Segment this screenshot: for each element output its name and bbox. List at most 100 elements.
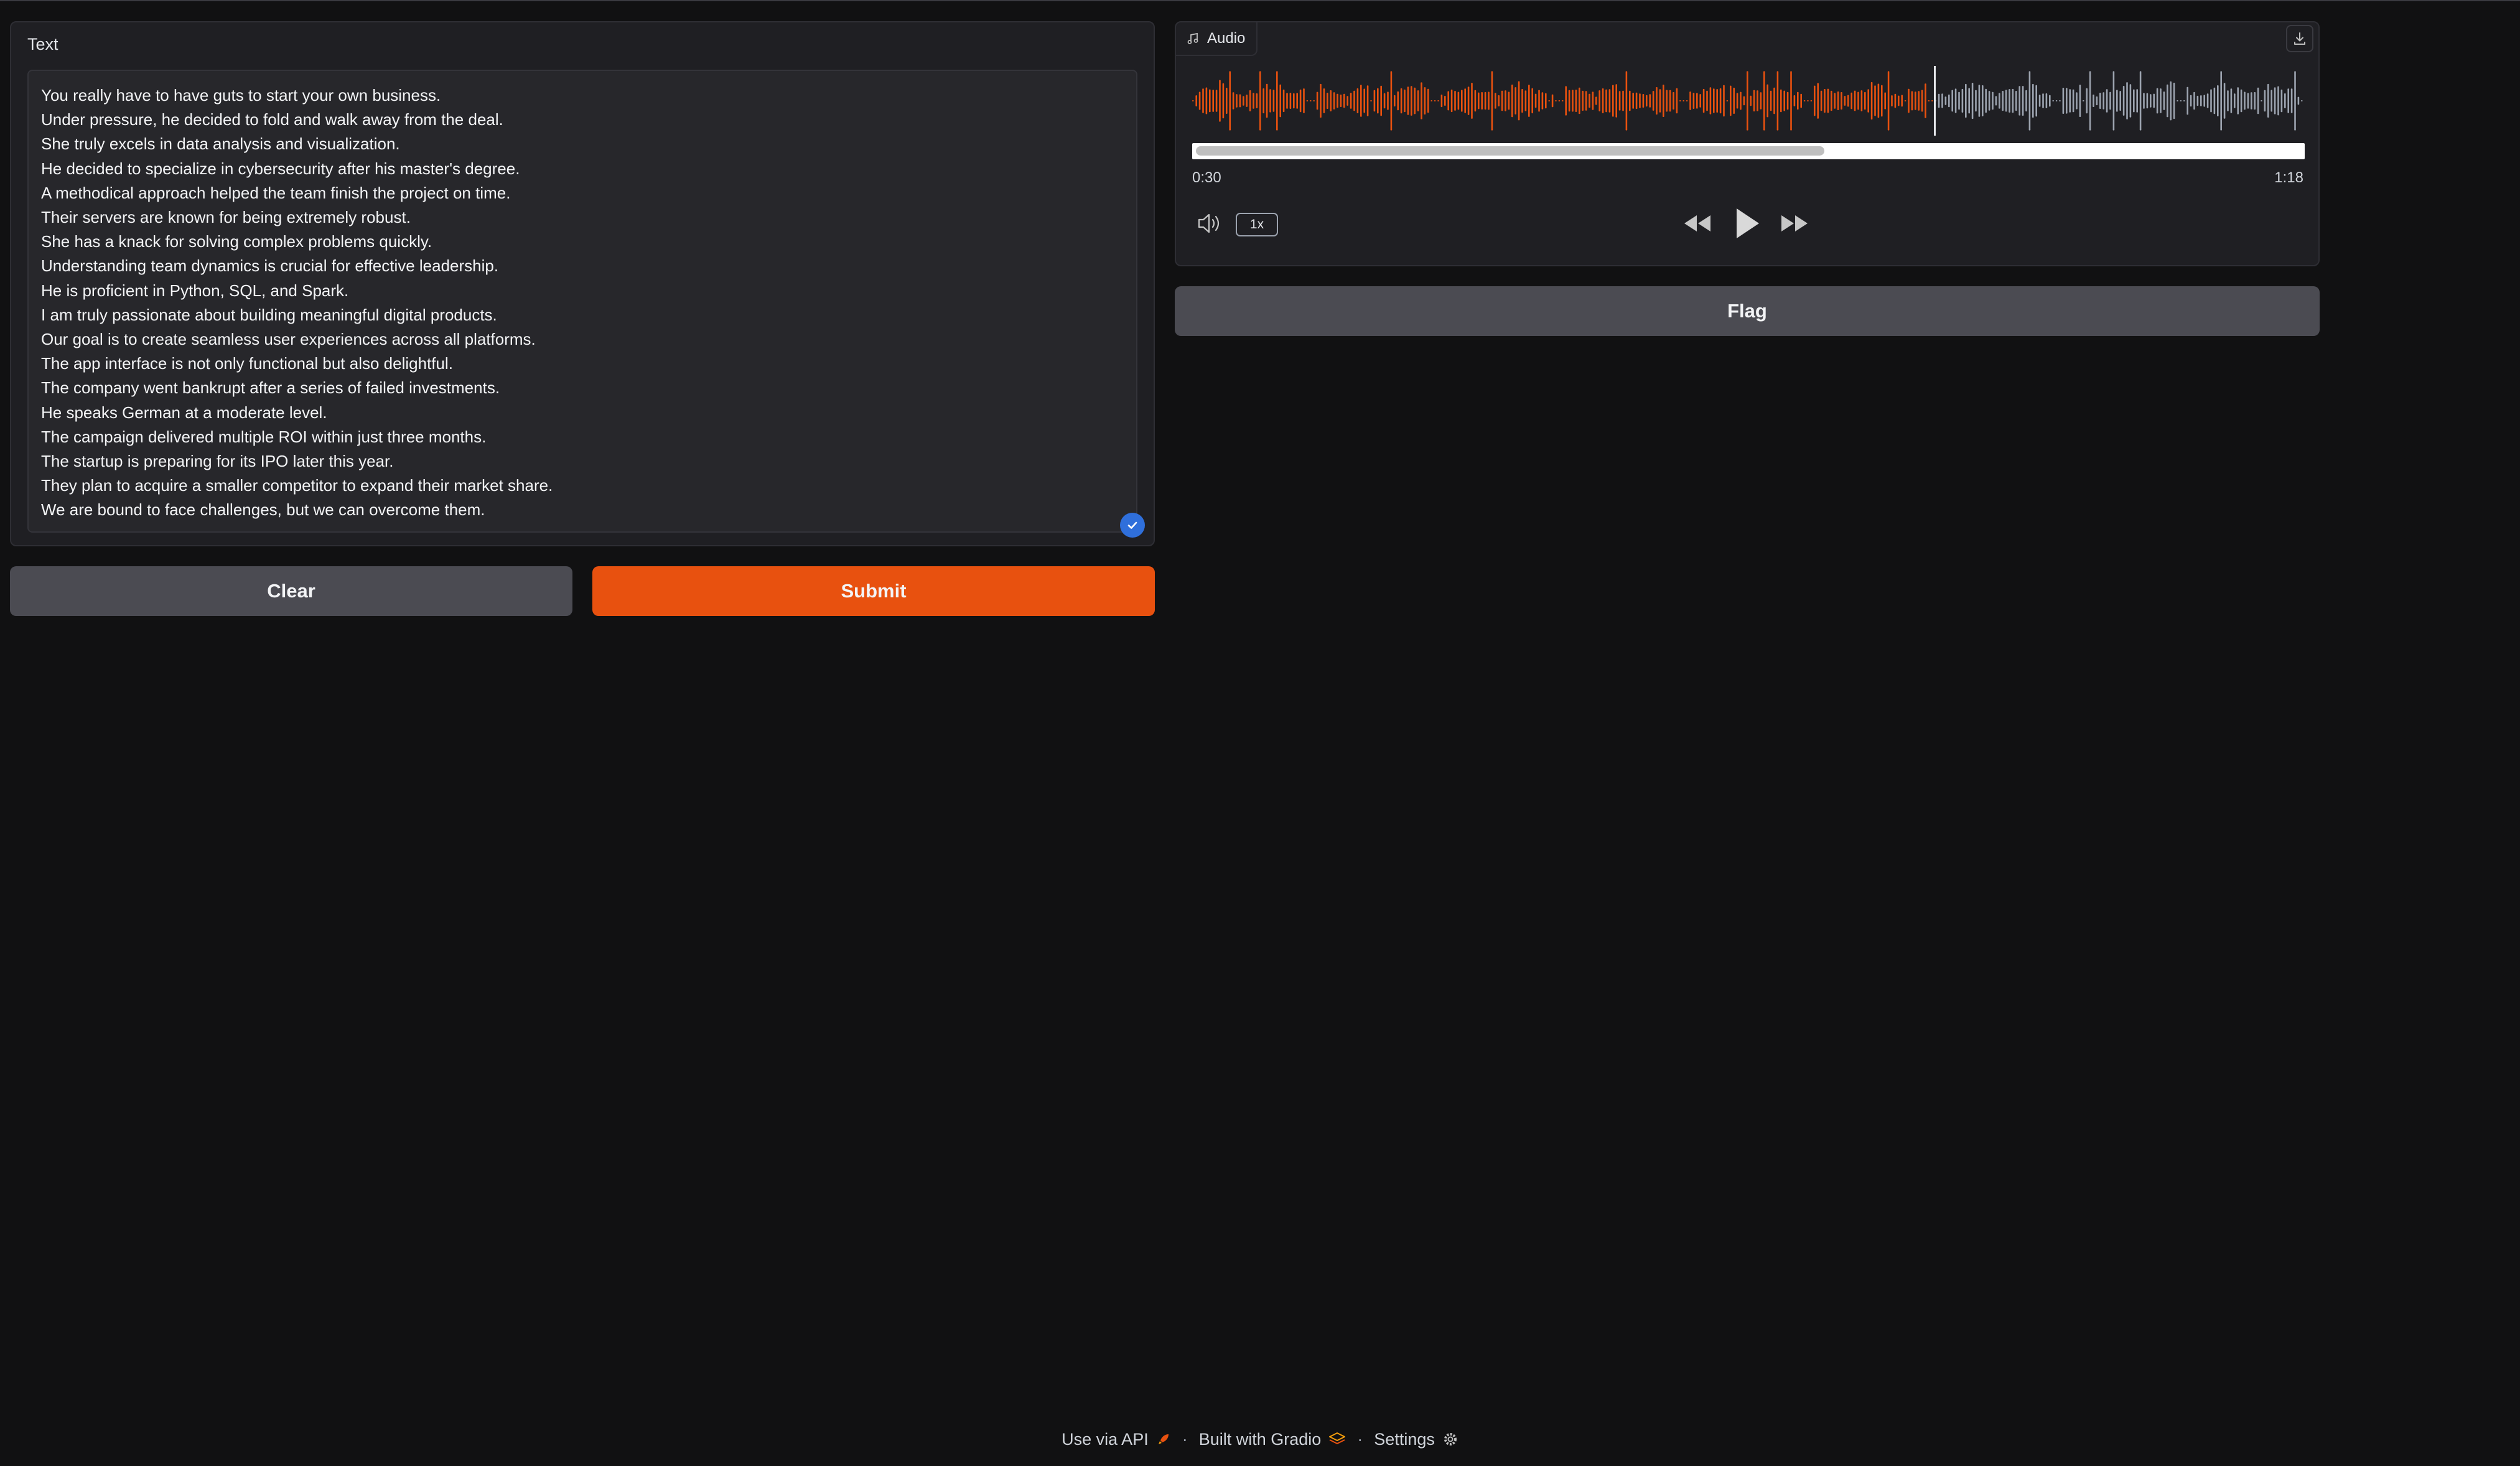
waveform-bar bbox=[1501, 90, 1503, 111]
waveform-bar bbox=[1253, 93, 1254, 109]
playback-speed-button[interactable]: 1x bbox=[1236, 213, 1278, 236]
waveform-bar bbox=[2150, 94, 2152, 108]
waveform-bar bbox=[1831, 90, 1832, 111]
waveform-bar bbox=[1602, 88, 1604, 113]
volume-icon[interactable] bbox=[1195, 209, 1226, 238]
flag-button[interactable]: Flag bbox=[1175, 286, 2320, 336]
waveform-bar bbox=[2002, 91, 2004, 111]
waveform-bar bbox=[2287, 88, 2289, 113]
waveform-bar bbox=[1505, 90, 1506, 111]
waveform-bar bbox=[1921, 90, 1923, 112]
waveform-bar bbox=[2217, 85, 2219, 116]
waveform-bar bbox=[1437, 100, 1439, 101]
waveform-bar bbox=[1948, 94, 1950, 108]
waveform-bar bbox=[1337, 93, 1338, 108]
clear-button[interactable]: Clear bbox=[10, 566, 572, 616]
waveform-bar bbox=[1992, 91, 1994, 110]
waveform-bar bbox=[2297, 96, 2300, 105]
audio-waveform[interactable] bbox=[1192, 66, 2305, 136]
waveform-bar bbox=[1229, 71, 1231, 131]
scrollbar-thumb[interactable] bbox=[1196, 146, 1824, 156]
waveform-bar bbox=[2022, 86, 2024, 116]
submit-button[interactable]: Submit bbox=[592, 566, 1155, 616]
waveform-bar bbox=[1373, 90, 1376, 112]
play-icon[interactable] bbox=[1730, 204, 1765, 243]
waveform-bar bbox=[1783, 90, 1785, 111]
waveform-bar bbox=[1478, 92, 1480, 110]
text-line: He speaks German at a moderate level. bbox=[41, 403, 327, 422]
waveform-bar bbox=[1965, 83, 1967, 118]
waveform-bar bbox=[1404, 89, 1406, 113]
waveform-bar bbox=[1891, 95, 1893, 106]
waveform-bar bbox=[2200, 95, 2202, 106]
waveform-bar bbox=[2290, 88, 2293, 113]
waveform-bar bbox=[1659, 89, 1661, 113]
waveform-bar bbox=[1780, 89, 1782, 113]
waveform-bar bbox=[1366, 85, 1369, 116]
waveform-bar bbox=[2167, 84, 2168, 118]
waveform-bar bbox=[2109, 91, 2111, 110]
waveform-bar bbox=[1847, 95, 1849, 107]
waveform-bar bbox=[1531, 88, 1533, 114]
waveform-bar bbox=[1323, 88, 1325, 113]
waveform-bar bbox=[2280, 89, 2283, 113]
waveform-bar bbox=[1316, 91, 1318, 110]
waveform-bar bbox=[1676, 88, 1678, 114]
waveform-bar bbox=[1551, 94, 1554, 108]
footer-separator: · bbox=[1357, 1429, 1363, 1449]
waveform-bar bbox=[2170, 81, 2172, 121]
waveform-bar bbox=[1716, 89, 1718, 113]
waveform-scrollbar[interactable] bbox=[1192, 143, 2305, 159]
waveform-bar bbox=[1692, 93, 1695, 109]
waveform-bar bbox=[1488, 91, 1490, 110]
waveform-bar bbox=[1582, 90, 1584, 111]
waveform-bar bbox=[1259, 71, 1261, 131]
waveform-bar bbox=[1575, 90, 1577, 112]
total-time: 1:18 bbox=[2274, 169, 2303, 186]
text-line: We are bound to face challenges, but we … bbox=[41, 500, 485, 520]
waveform-bar bbox=[1447, 91, 1449, 111]
use-via-api-link[interactable]: Use via API bbox=[1062, 1430, 1171, 1449]
waveform-bar bbox=[1390, 71, 1393, 131]
waveform-bar bbox=[1622, 90, 1624, 111]
fast-forward-icon[interactable] bbox=[1777, 209, 1812, 238]
waveform-bar bbox=[1954, 88, 1957, 113]
waveform-bar bbox=[2042, 93, 2044, 108]
waveform-bar bbox=[1733, 87, 1735, 114]
waveform-bar bbox=[1723, 85, 1725, 117]
waveform-bar bbox=[1790, 71, 1792, 131]
waveform-bar bbox=[1898, 95, 1900, 106]
waveform-bar bbox=[2112, 71, 2115, 131]
waveform-bar bbox=[1743, 96, 1745, 106]
waveform-bar bbox=[1726, 100, 1729, 101]
waveform-bar bbox=[2076, 92, 2078, 110]
waveform-bar bbox=[1407, 86, 1409, 115]
waveform-bar bbox=[1820, 90, 1822, 111]
text-line: Their servers are known for being extrem… bbox=[41, 208, 411, 227]
waveform-bar bbox=[2045, 93, 2048, 108]
waveform-bar bbox=[1383, 93, 1386, 109]
download-icon[interactable] bbox=[2286, 25, 2313, 52]
built-with-gradio-link[interactable]: Built with Gradio bbox=[1199, 1430, 1346, 1449]
waveform-bar bbox=[1276, 71, 1278, 131]
waveform-bar bbox=[1776, 71, 1779, 131]
playhead-cursor[interactable] bbox=[1934, 66, 1936, 136]
waveform-bar bbox=[1904, 100, 1906, 101]
waveform-bar bbox=[2220, 71, 2222, 131]
waveform-bar bbox=[1870, 82, 1873, 120]
top-border bbox=[0, 0, 2520, 1]
waveform-bar bbox=[2012, 88, 2014, 113]
waveform-bar bbox=[2122, 86, 2125, 116]
waveform-bar bbox=[1434, 100, 1436, 101]
waveform-bar bbox=[1750, 95, 1752, 106]
settings-link[interactable]: Settings bbox=[1374, 1430, 1458, 1449]
waveform-bar bbox=[1481, 92, 1483, 110]
waveform-bar bbox=[1730, 85, 1732, 116]
waveform-bar bbox=[1689, 91, 1691, 110]
waveform-bar bbox=[2099, 93, 2101, 109]
current-time: 0:30 bbox=[1192, 169, 1221, 186]
waveform-bar bbox=[2049, 95, 2051, 107]
waveform-bar bbox=[1642, 94, 1645, 108]
rewind-icon[interactable] bbox=[1680, 209, 1715, 238]
text-input[interactable]: You really have to have guts to start yo… bbox=[27, 70, 1137, 533]
